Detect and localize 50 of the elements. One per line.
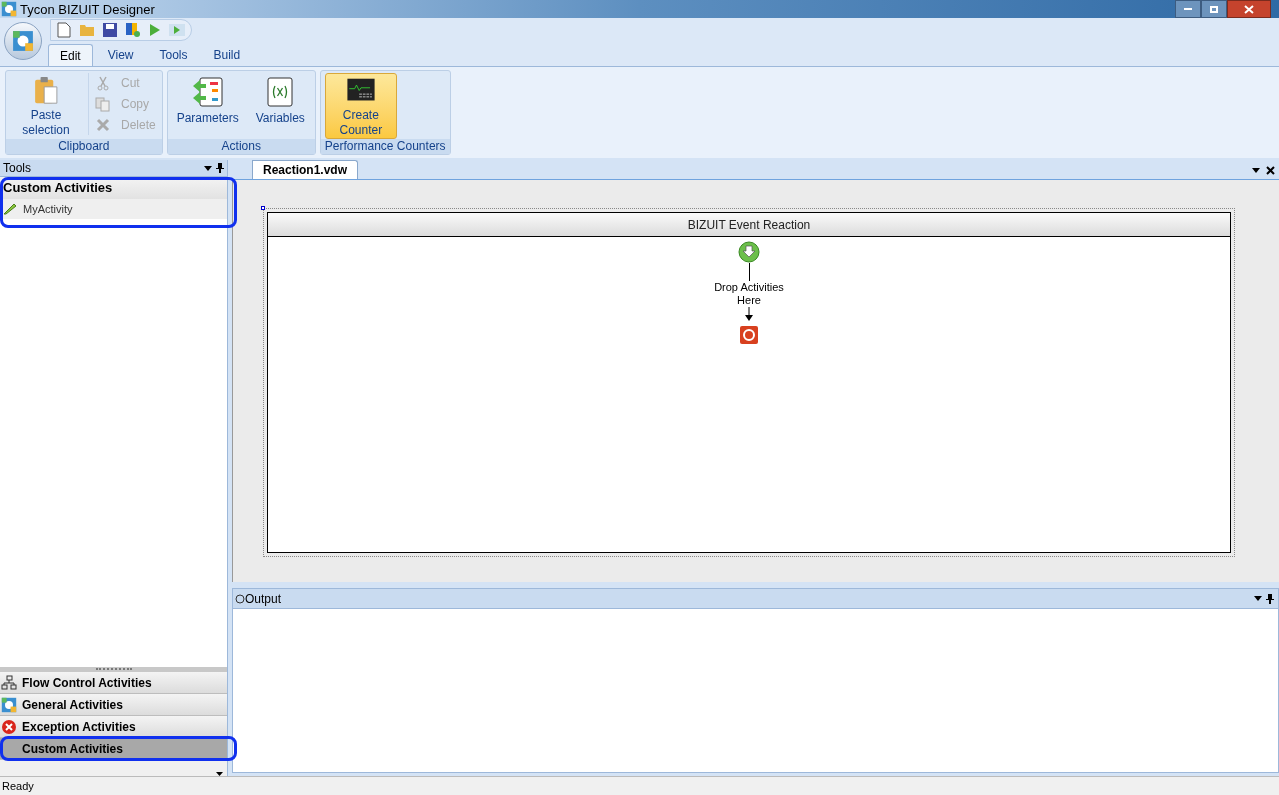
deploy-icon[interactable] [125, 22, 141, 38]
stop-icon [740, 326, 758, 344]
ribbon-button[interactable]: Variables [249, 73, 311, 139]
app-logo-icon [1, 696, 17, 713]
workflow-title: BIZUIT Event Reaction [268, 213, 1230, 237]
scissors-icon [95, 75, 111, 91]
delete-icon [95, 117, 111, 133]
dropdown-icon[interactable] [1254, 596, 1262, 601]
save-icon[interactable] [103, 23, 117, 37]
output-icon [235, 593, 245, 604]
panel-title: Tools [3, 160, 31, 177]
group-label: Actions [167, 139, 315, 154]
start-icon [738, 241, 760, 263]
ribbon-tab[interactable]: Edit [48, 44, 93, 66]
pin-icon[interactable] [216, 163, 224, 173]
close-button[interactable] [1227, 0, 1271, 18]
ribbon-tab[interactable]: Tools [148, 44, 199, 66]
toolbox-group-button[interactable]: Flow Control Activities [0, 672, 227, 694]
panel-title: Output [245, 590, 282, 608]
document-tab[interactable]: Reaction1.vdw [252, 160, 359, 179]
ribbon-button[interactable]: Create Counter [324, 73, 397, 139]
toolbox-item[interactable]: MyActivity [0, 199, 227, 219]
application-button[interactable] [4, 22, 42, 60]
flowchart-icon [1, 674, 17, 691]
dropdown-icon[interactable] [1252, 168, 1260, 173]
app-logo-icon [12, 30, 34, 52]
arrow-icon [745, 307, 753, 321]
app-logo-icon [1, 1, 17, 17]
group-label: Performance Counters [320, 139, 450, 154]
new-file-icon[interactable] [57, 22, 71, 38]
error-icon [1, 718, 17, 735]
group-label: Clipboard [6, 139, 162, 154]
status-text: Ready [2, 778, 34, 794]
copy-icon [95, 96, 111, 112]
restore-button[interactable] [1201, 0, 1227, 18]
dropdown-icon[interactable] [204, 165, 212, 171]
close-icon[interactable] [1266, 166, 1275, 175]
ribbon-tab[interactable]: Build [202, 44, 252, 66]
minimize-button[interactable] [1175, 0, 1201, 18]
activity-icon [3, 203, 17, 215]
pin-icon[interactable] [1266, 593, 1274, 604]
ribbon-tab[interactable]: View [96, 44, 145, 66]
parameters-icon [191, 76, 224, 108]
toolbox-group-button[interactable]: General Activities [0, 694, 227, 716]
close-icon [1244, 4, 1254, 14]
ribbon-button[interactable]: Parameters [171, 73, 244, 139]
ribbon-button[interactable]: Paste selection [10, 73, 82, 139]
toolbox-group-button[interactable]: Exception Activities [0, 716, 227, 738]
window-title: Tycon BIZUIT Designer [20, 2, 155, 16]
drop-hint: Drop Activities Here [713, 281, 785, 307]
